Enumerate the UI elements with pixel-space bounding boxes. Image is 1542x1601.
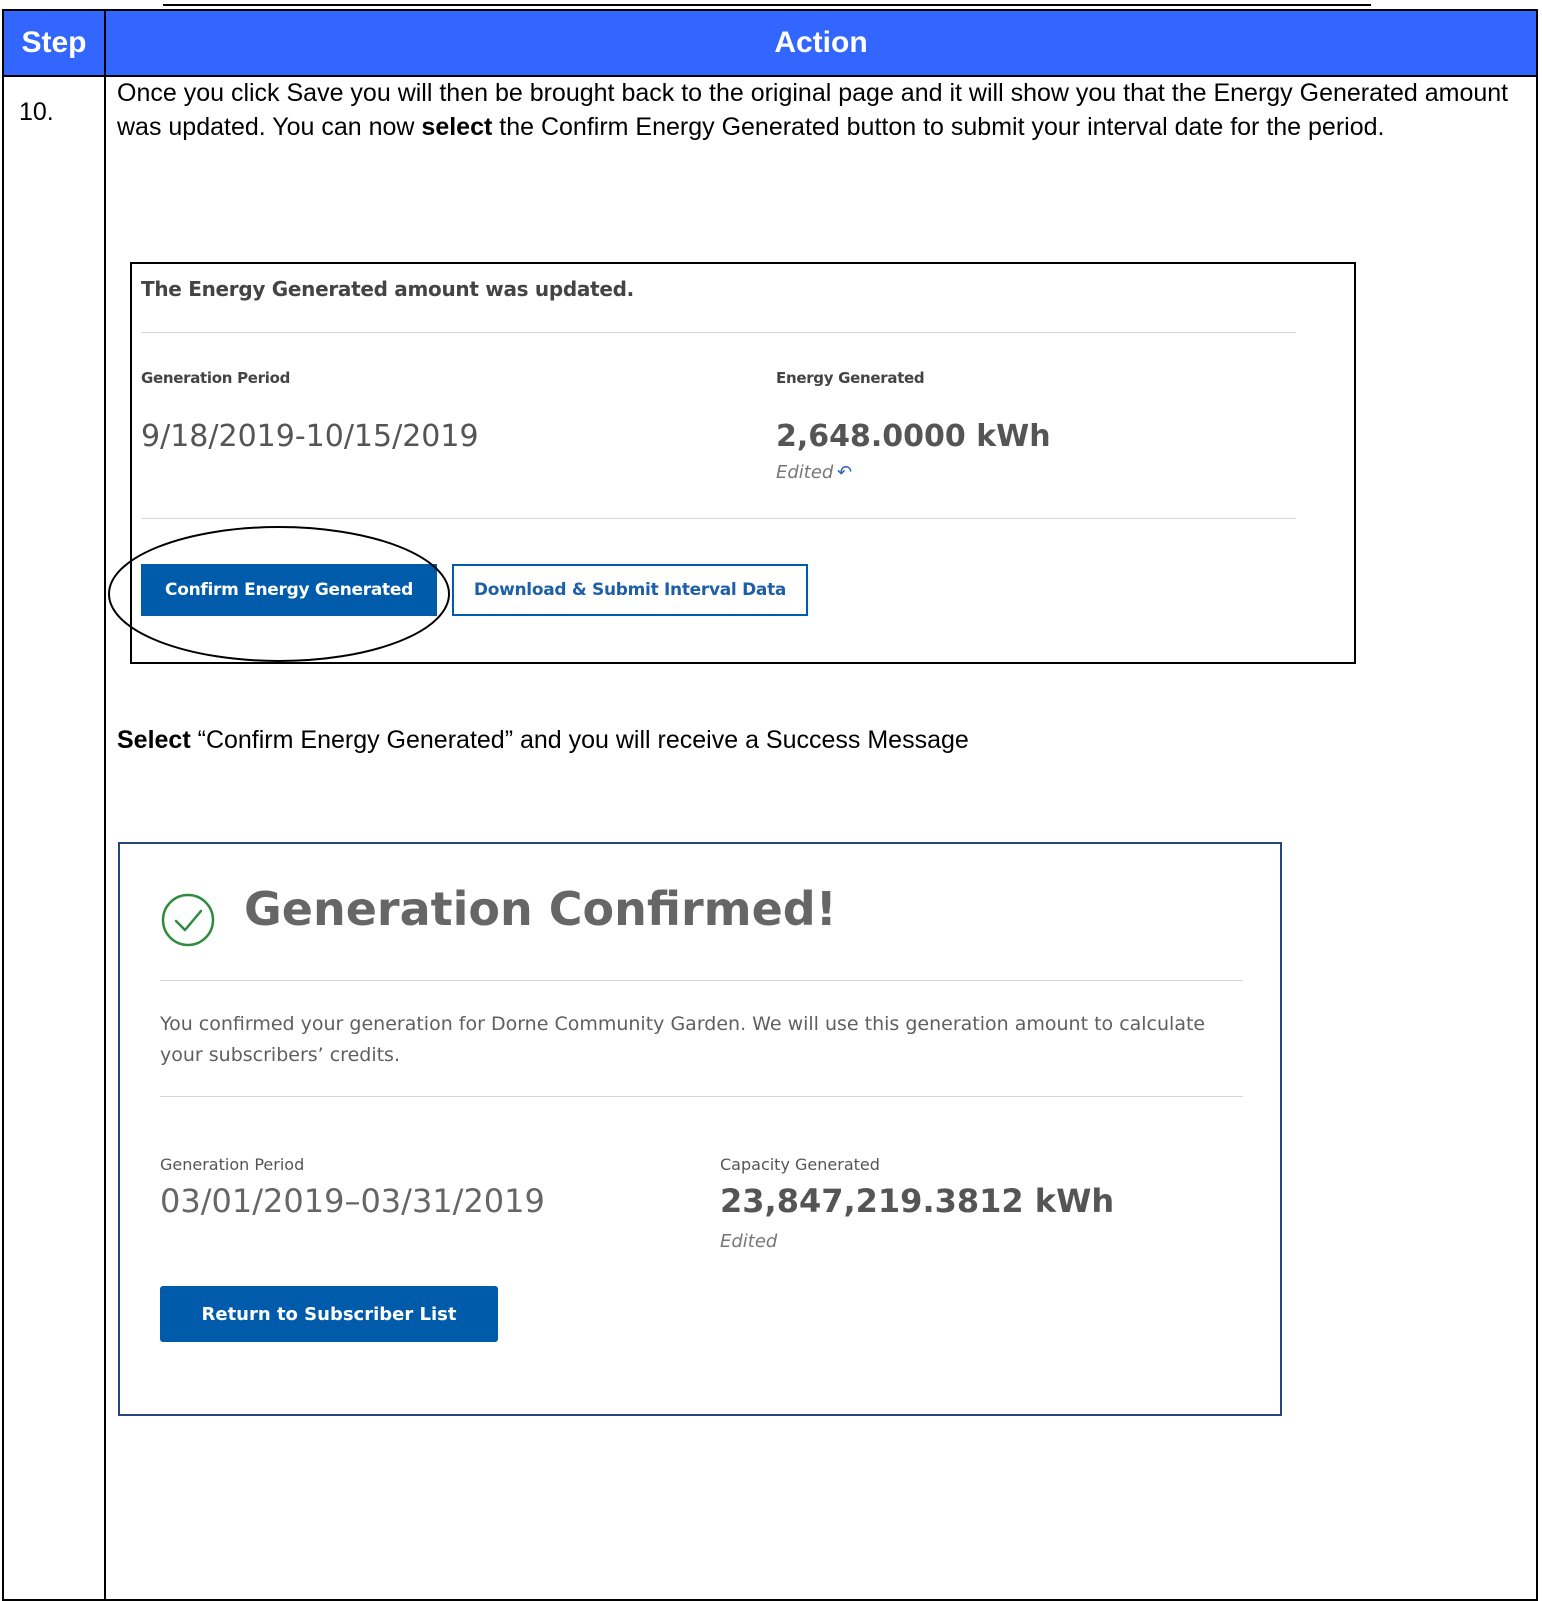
instruction-emphasis: select <box>421 113 493 141</box>
header-action: Action <box>774 26 868 59</box>
step-instruction: Once you click Save you will then be bro… <box>117 76 1517 144</box>
confirmation-message: You confirmed your generation for Dorne … <box>160 1013 1206 1066</box>
select-instruction: Select “Confirm Energy Generated” and yo… <box>117 726 969 755</box>
divider <box>160 980 1243 981</box>
generation-period-value: 9/18/2019-10/15/2019 <box>141 419 479 454</box>
step-number: 10. <box>19 98 54 126</box>
return-to-subscriber-list-button[interactable]: Return to Subscriber List <box>160 1286 498 1342</box>
check-circle-icon <box>161 893 215 947</box>
edited-label: Edited <box>720 1231 778 1252</box>
top-rule <box>163 4 1371 6</box>
select-instruction-text: “Confirm Energy Generated” and you will … <box>190 726 969 754</box>
instruction-text-continued: the Confirm Energy Generated button to s… <box>492 113 1385 141</box>
download-submit-interval-data-button[interactable]: Download & Submit Interval Data <box>452 564 808 616</box>
edited-label: Edited <box>776 462 834 483</box>
divider <box>160 1096 1243 1097</box>
table-header-row: Step Action <box>4 11 1536 77</box>
generation-period-label: Generation Period <box>160 1155 305 1174</box>
confirmation-title: Generation Confirmed! <box>244 882 837 936</box>
generation-period-value: 03/01/2019–03/31/2019 <box>160 1182 545 1220</box>
energy-generated-label: Energy Generated <box>776 369 925 387</box>
select-emphasis: Select <box>117 726 191 754</box>
divider <box>141 332 1296 333</box>
update-message: The Energy Generated amount was updated. <box>141 277 634 301</box>
divider <box>141 518 1296 519</box>
header-step: Step <box>4 11 106 75</box>
energy-generated-value: 2,648.0000 kWh <box>776 419 1051 454</box>
capacity-generated-value: 23,847,219.3812 kWh <box>720 1182 1115 1220</box>
generation-confirmed-screenshot: Generation Confirmed! You confirmed your… <box>118 842 1282 1416</box>
highlight-ellipse <box>108 526 450 662</box>
generation-period-label: Generation Period <box>141 369 291 387</box>
undo-icon[interactable]: ↶ <box>837 462 852 483</box>
capacity-generated-label: Capacity Generated <box>720 1155 880 1174</box>
column-divider <box>104 75 106 1599</box>
